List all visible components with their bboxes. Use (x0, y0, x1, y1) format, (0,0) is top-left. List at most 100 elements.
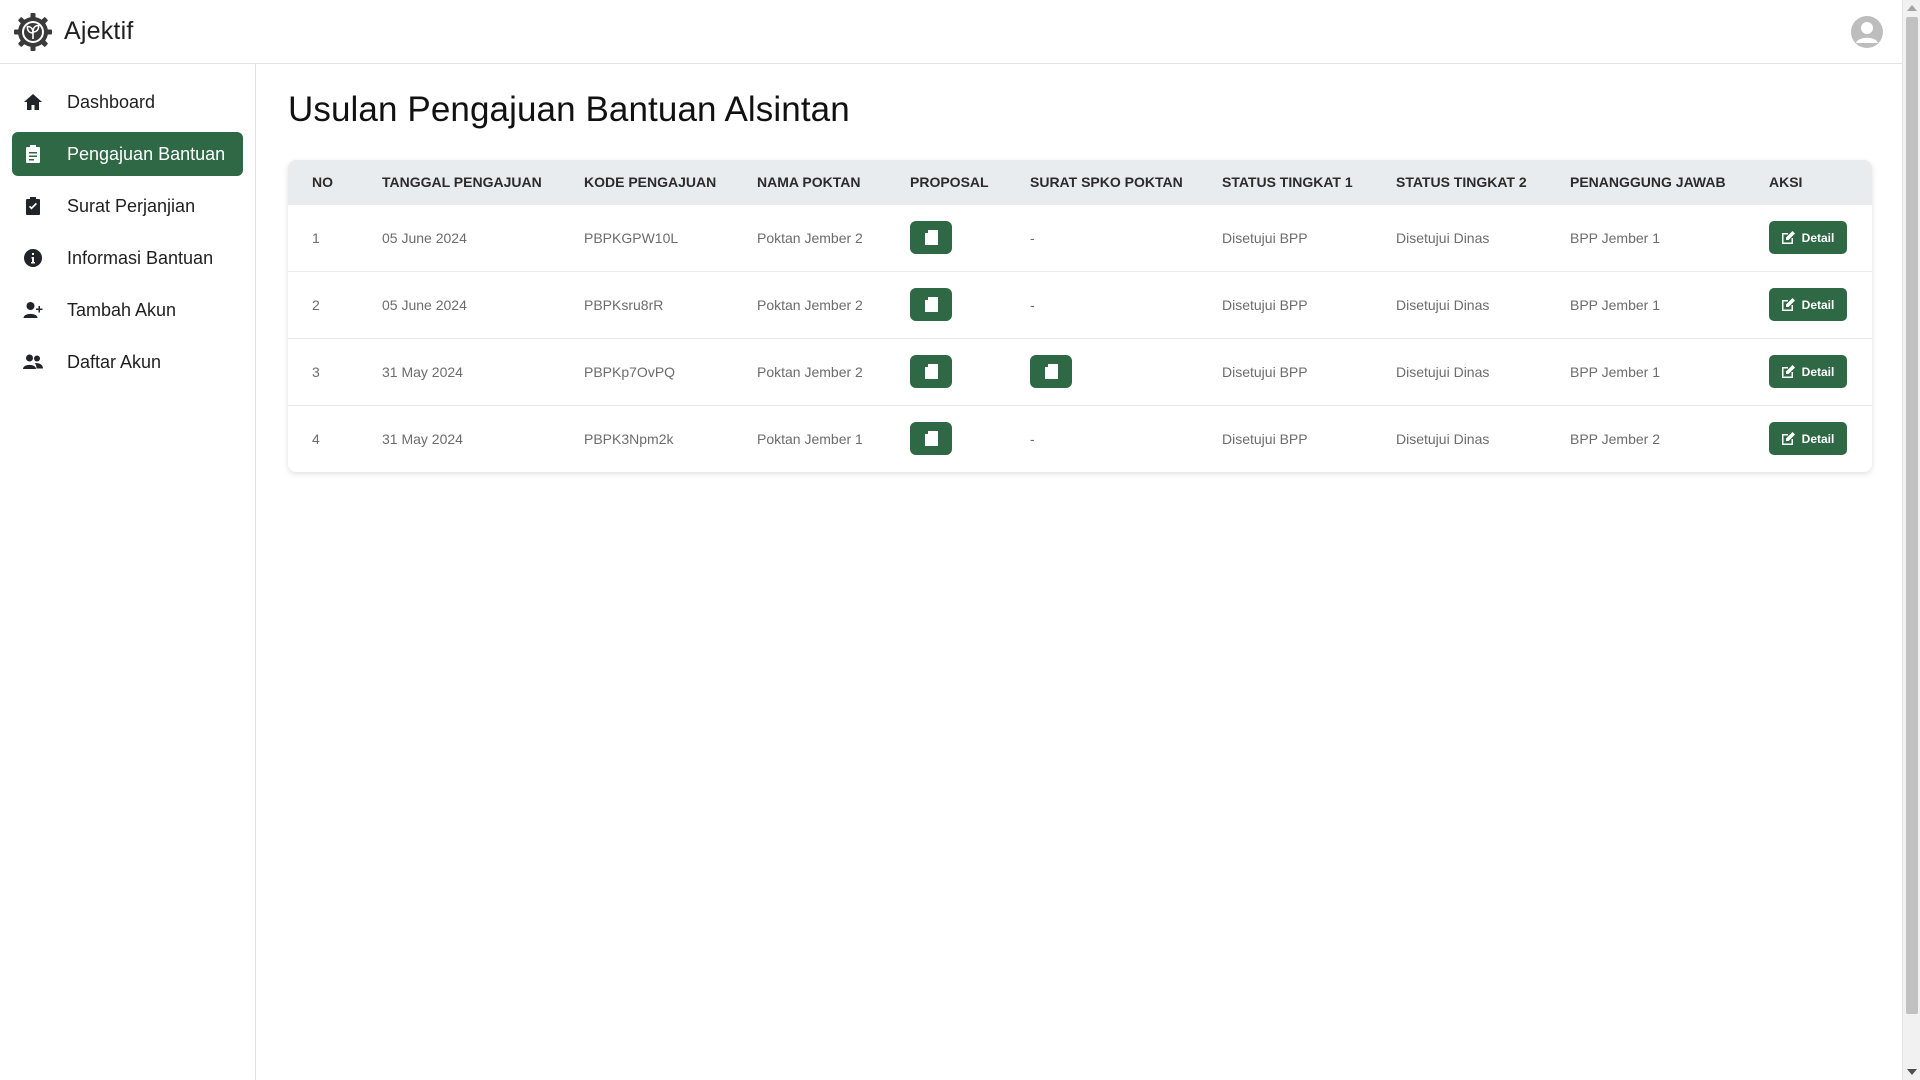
table-row: 3 31 May 2024 PBPKp7OvPQ Poktan Jember 2 (288, 338, 1872, 405)
spko-file-button[interactable] (1030, 355, 1072, 388)
vertical-scrollbar[interactable] (1902, 0, 1920, 1080)
header-aksi: AKSI (1769, 173, 1803, 190)
sidebar-item-tambah-akun[interactable]: Tambah Akun (12, 288, 243, 332)
file-icon (1044, 364, 1058, 379)
cell-spko: - (1030, 296, 1035, 313)
cell-tanggal: 05 June 2024 (382, 229, 467, 246)
cell-proposal (886, 405, 1006, 472)
header-status1: STATUS TINGKAT 1 (1222, 173, 1353, 190)
sidebar-item-label: Daftar Akun (67, 351, 162, 372)
cell-kode: PBPKp7OvPQ (584, 363, 676, 380)
sidebar-item-surat-perjanjian[interactable]: Surat Perjanjian (12, 184, 243, 228)
cell-kode: PBPK3Npm2k (584, 430, 674, 447)
cell-spko: - (1030, 229, 1035, 246)
cell-proposal (886, 338, 1006, 405)
header-spko: SURAT SPKO POKTAN (1030, 173, 1183, 190)
page-title: Usulan Pengajuan Bantuan Alsintan (288, 90, 850, 129)
detail-button[interactable]: Detail (1769, 288, 1847, 321)
cell-pj: BPP Jember 1 (1570, 229, 1661, 246)
cell-tanggal: 05 June 2024 (382, 296, 467, 313)
cell-status2: Disetujui Dinas (1396, 296, 1490, 313)
detail-button-label: Detail (1801, 297, 1835, 312)
table-row: 4 31 May 2024 PBPK3Npm2k Poktan Jember 1… (288, 405, 1872, 472)
cell-kode: PBPKsru8rR (584, 296, 664, 313)
cell-no: 4 (312, 430, 320, 447)
user-avatar-icon[interactable] (1850, 15, 1884, 49)
header-pj: PENANGGUNG JAWAB (1570, 173, 1726, 190)
proposal-file-button[interactable] (910, 422, 952, 456)
cell-proposal (886, 204, 1006, 271)
sidebar-item-label: Informasi Bantuan (67, 247, 214, 268)
proposal-file-button[interactable] (910, 221, 952, 254)
detail-button-label: Detail (1801, 431, 1835, 446)
cell-status1: Disetujui BPP (1222, 430, 1308, 447)
proposal-file-button[interactable] (910, 288, 952, 321)
header-proposal: PROPOSAL (910, 173, 989, 190)
cell-aksi: Detail (1745, 405, 1872, 472)
cell-spko (1006, 338, 1198, 405)
cell-aksi: Detail (1745, 204, 1872, 271)
sidebar-item-label: Dashboard (67, 91, 156, 112)
cell-poktan: Poktan Jember 1 (757, 430, 863, 447)
detail-button[interactable]: Detail (1769, 422, 1847, 456)
detail-button-label: Detail (1801, 364, 1835, 379)
sidebar-item-daftar-akun[interactable]: Daftar Akun (12, 340, 243, 384)
table-header-row: NO TANGGAL PENGAJUAN KODE PENGAJUAN NAMA… (288, 160, 1872, 204)
cell-pj: BPP Jember 2 (1570, 430, 1661, 447)
detail-button-label: Detail (1801, 230, 1835, 245)
header-status2: STATUS TINGKAT 2 (1396, 173, 1527, 190)
cell-aksi: Detail (1745, 271, 1872, 338)
sidebar-item-label: Surat Perjanjian (67, 195, 196, 216)
file-icon (924, 297, 938, 312)
cell-poktan: Poktan Jember 2 (757, 229, 863, 246)
table-row: 1 05 June 2024 PBPKGPW10L Poktan Jember … (288, 204, 1872, 271)
cell-poktan: Poktan Jember 2 (757, 296, 863, 313)
cell-tanggal: 31 May 2024 (382, 430, 463, 447)
user-plus-icon (22, 299, 44, 321)
sidebar-item-label: Tambah Akun (67, 299, 177, 320)
detail-button[interactable]: Detail (1769, 221, 1847, 254)
cell-status2: Disetujui Dinas (1396, 229, 1490, 246)
file-icon (924, 364, 938, 379)
cell-aksi: Detail (1745, 338, 1872, 405)
home-icon (22, 91, 44, 113)
edit-icon (1781, 231, 1795, 244)
header-no: NO (312, 173, 333, 190)
sidebar-item-pengajuan-bantuan[interactable]: Pengajuan Bantuan (12, 132, 243, 176)
app-name: Ajektif (64, 17, 134, 45)
file-icon (924, 230, 938, 245)
cell-no: 3 (312, 363, 320, 380)
cell-poktan: Poktan Jember 2 (757, 363, 863, 380)
scroll-up-arrow-icon[interactable] (1907, 5, 1917, 11)
clipboard-check-icon (22, 195, 44, 217)
users-icon (22, 351, 44, 373)
sidebar: Dashboard Pengajuan Bantuan Surat Perjan… (0, 64, 256, 1080)
table-row: 2 05 June 2024 PBPKsru8rR Poktan Jember … (288, 271, 1872, 338)
edit-icon (1781, 365, 1795, 378)
gear-leaf-logo-icon (14, 12, 52, 51)
header-kode: KODE PENGAJUAN (584, 173, 717, 190)
sidebar-item-informasi-bantuan[interactable]: Informasi Bantuan (12, 236, 243, 280)
header-tanggal: TANGGAL PENGAJUAN (382, 173, 542, 190)
brand[interactable]: Ajektif (12, 11, 133, 53)
submissions-table: NO TANGGAL PENGAJUAN KODE PENGAJUAN NAMA… (288, 160, 1872, 472)
cell-spko: - (1030, 430, 1035, 447)
cell-no: 1 (312, 229, 320, 246)
edit-icon (1781, 298, 1795, 311)
cell-tanggal: 31 May 2024 (382, 363, 463, 380)
sidebar-item-label: Pengajuan Bantuan (67, 143, 226, 164)
submissions-table-card: NO TANGGAL PENGAJUAN KODE PENGAJUAN NAMA… (288, 160, 1872, 472)
top-navbar: Ajektif (0, 0, 1902, 64)
cell-status1: Disetujui BPP (1222, 363, 1308, 380)
file-icon (924, 431, 938, 447)
scrollbar-thumb[interactable] (1906, 17, 1918, 1014)
sidebar-item-dashboard[interactable]: Dashboard (12, 80, 243, 124)
cell-proposal (886, 271, 1006, 338)
detail-button[interactable]: Detail (1769, 355, 1847, 388)
cell-status2: Disetujui Dinas (1396, 363, 1490, 380)
proposal-file-button[interactable] (910, 355, 952, 388)
clipboard-icon (22, 143, 44, 165)
header-poktan: NAMA POKTAN (757, 173, 861, 190)
cell-kode: PBPKGPW10L (584, 229, 679, 246)
scroll-down-arrow-icon[interactable] (1907, 1069, 1917, 1075)
